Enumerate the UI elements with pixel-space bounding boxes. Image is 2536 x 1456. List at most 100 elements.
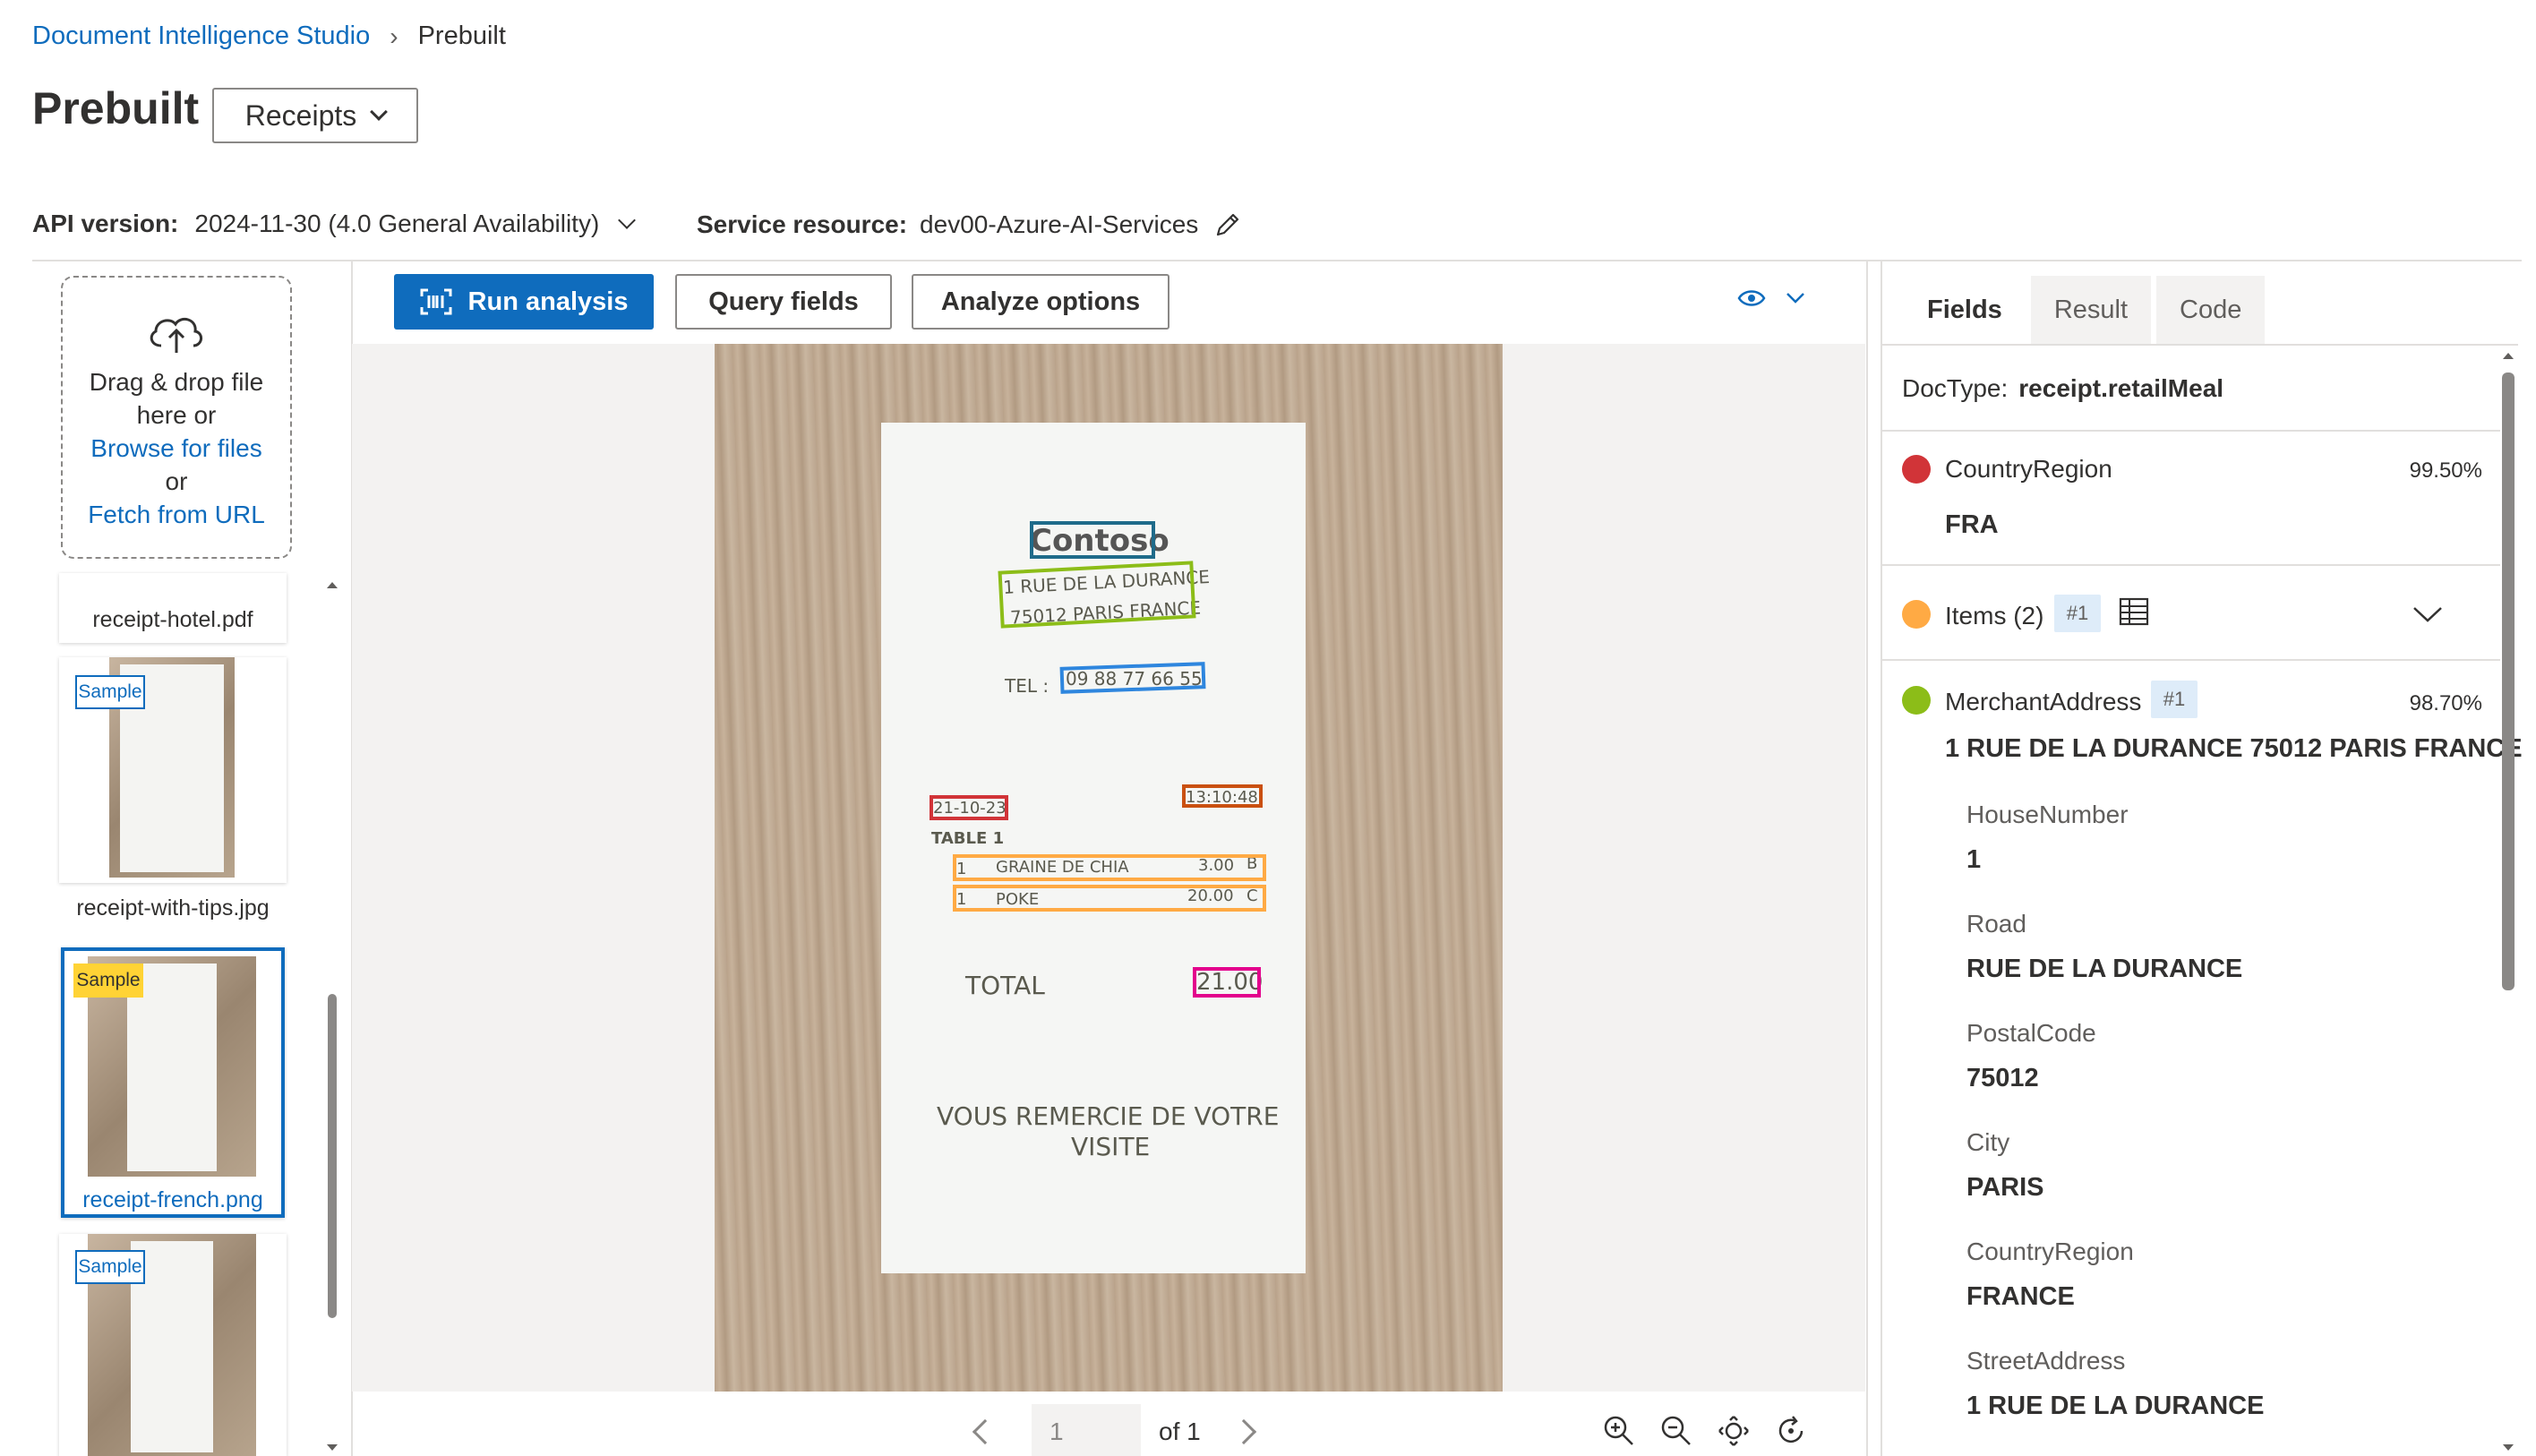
breadcrumb-studio-link[interactable]: Document Intelligence Studio bbox=[32, 21, 370, 51]
field-color-dot bbox=[1902, 686, 1931, 715]
subfield-value: FRANCE bbox=[1966, 1282, 2075, 1311]
sample-badge: Sample bbox=[75, 1250, 145, 1284]
right-panel-edge bbox=[1881, 261, 1882, 1456]
subfield-name: City bbox=[1966, 1128, 2010, 1156]
scroll-up-icon[interactable] bbox=[2502, 351, 2515, 360]
zoom-toolbar bbox=[1603, 1415, 1807, 1447]
date-highlight[interactable] bbox=[930, 795, 1008, 820]
api-version-label: API version: bbox=[32, 210, 179, 237]
file-card-sample[interactable]: Sample bbox=[59, 1234, 287, 1456]
next-page-icon[interactable] bbox=[1230, 1418, 1256, 1445]
previous-page-icon[interactable] bbox=[972, 1418, 998, 1445]
fields-scroll-thumb[interactable] bbox=[2502, 373, 2515, 990]
page-count: of 1 bbox=[1159, 1417, 1201, 1445]
edit-pencil-icon[interactable] bbox=[1212, 210, 1243, 240]
field-value: FRA bbox=[1945, 510, 1999, 539]
cloud-upload-icon bbox=[150, 317, 202, 353]
file-dropzone[interactable]: Drag & drop file here or Browse for file… bbox=[61, 276, 292, 559]
subfield-name: HouseNumber bbox=[1966, 801, 2129, 828]
analyze-options-button[interactable]: Analyze options bbox=[912, 274, 1169, 330]
dropzone-or: or bbox=[165, 467, 188, 495]
field-color-dot bbox=[1902, 455, 1931, 484]
zoom-out-icon[interactable] bbox=[1660, 1415, 1692, 1447]
zoom-in-icon[interactable] bbox=[1603, 1415, 1635, 1447]
page-navigator: 1 of 1 bbox=[972, 1404, 1256, 1456]
tab-result[interactable]: Result bbox=[2030, 276, 2152, 344]
subfield-value: 1 RUE DE LA DURANCE bbox=[1966, 1392, 2265, 1420]
field-value: 1 RUE DE LA DURANCE 75012 PARIS FRANCE bbox=[1945, 734, 2523, 763]
tab-code[interactable]: Code bbox=[2156, 276, 2266, 344]
subfield-value: RUE DE LA DURANCE bbox=[1966, 955, 2243, 983]
total-highlight[interactable] bbox=[1193, 967, 1261, 998]
page-title: Prebuilt bbox=[32, 83, 200, 133]
file-card-receipt-with-tips[interactable]: Sample receipt-with-tips.jpg bbox=[59, 657, 287, 921]
query-fields-button[interactable]: Query fields bbox=[675, 274, 892, 330]
file-name: receipt-with-tips.jpg bbox=[76, 895, 270, 921]
file-name: receipt-hotel.pdf bbox=[92, 607, 253, 632]
page-number-input[interactable]: 1 bbox=[1032, 1404, 1141, 1456]
field-color-dot bbox=[1902, 600, 1931, 629]
rotate-icon[interactable] bbox=[1775, 1415, 1807, 1447]
api-version-value: 2024-11-30 (4.0 General Availability) bbox=[194, 210, 600, 237]
visibility-toggle[interactable] bbox=[1737, 288, 1805, 308]
sample-badge: Sample bbox=[75, 675, 145, 709]
subfield-value: PARIS bbox=[1966, 1173, 2044, 1202]
address-highlight[interactable] bbox=[998, 561, 1196, 629]
run-analysis-label: Run analysis bbox=[467, 287, 629, 316]
api-version-selector[interactable]: API version: 2024-11-30 (4.0 General Ava… bbox=[32, 210, 637, 238]
browse-files-link[interactable]: Browse for files bbox=[63, 432, 290, 465]
receipt-table: TABLE 1 bbox=[931, 829, 1005, 848]
service-resource-value: dev00-Azure-AI-Services bbox=[920, 210, 1199, 238]
receipt-image: Contoso 1 RUE DE LA DURANCE 75012 PARIS … bbox=[715, 344, 1503, 1392]
fit-to-page-icon[interactable] bbox=[1718, 1415, 1750, 1447]
subfield-value: 75012 bbox=[1966, 1064, 2039, 1092]
phone-highlight[interactable] bbox=[1059, 662, 1206, 694]
file-card-receipt-hotel[interactable]: receipt-hotel.pdf bbox=[59, 573, 287, 643]
scroll-up-icon[interactable] bbox=[326, 580, 338, 589]
field-name-country-region[interactable]: CountryRegion bbox=[1945, 455, 2112, 484]
tabs-divider bbox=[1882, 344, 2518, 346]
scroll-down-icon[interactable] bbox=[326, 1443, 338, 1452]
item-highlight[interactable] bbox=[953, 885, 1266, 912]
receipt-footer-2: VISITE bbox=[1071, 1132, 1151, 1161]
subfield-name: StreetAddress bbox=[1966, 1347, 2126, 1375]
scroll-down-icon[interactable] bbox=[2502, 1443, 2515, 1452]
tab-fields[interactable]: Fields bbox=[1904, 276, 2026, 344]
chevron-down-icon bbox=[370, 103, 389, 121]
subfield-name: CountryRegion bbox=[1966, 1238, 2134, 1265]
run-analysis-button[interactable]: Run analysis bbox=[394, 274, 654, 330]
receipt-tel-label: TEL : bbox=[1005, 675, 1050, 697]
header-divider bbox=[32, 260, 2522, 261]
dropzone-text-2: here or bbox=[136, 401, 217, 429]
field-name-items[interactable]: Items (2) bbox=[1945, 602, 2043, 630]
breadcrumb: Document Intelligence Studio › Prebuilt bbox=[32, 21, 506, 51]
table-icon[interactable] bbox=[2119, 596, 2149, 627]
doctype-value: receipt.retailMeal bbox=[2018, 374, 2224, 402]
service-resource-label: Service resource: bbox=[697, 210, 908, 238]
breadcrumb-current: Prebuilt bbox=[417, 21, 506, 50]
merchant-highlight[interactable] bbox=[1030, 521, 1155, 559]
field-divider bbox=[1882, 659, 2500, 661]
chevron-down-icon bbox=[1786, 293, 1804, 304]
doctype: DocType: receipt.retailMeal bbox=[1902, 374, 2223, 403]
chevron-down-icon[interactable] bbox=[2412, 605, 2443, 623]
service-resource: Service resource: dev00-Azure-AI-Service… bbox=[697, 210, 1243, 240]
doctype-label: DocType: bbox=[1902, 374, 2009, 402]
model-type-dropdown[interactable]: Receipts bbox=[212, 88, 418, 143]
scan-icon bbox=[420, 288, 452, 315]
field-confidence: 99.50% bbox=[2409, 458, 2482, 483]
subfield-value: 1 bbox=[1966, 845, 1982, 874]
field-divider bbox=[1882, 564, 2500, 566]
time-highlight[interactable] bbox=[1182, 784, 1263, 808]
file-list-scroll-thumb[interactable] bbox=[328, 994, 337, 1318]
field-confidence: 98.70% bbox=[2409, 691, 2482, 715]
fetch-from-url-link[interactable]: Fetch from URL bbox=[63, 498, 290, 531]
file-card-receipt-french[interactable]: Sample receipt-french.png bbox=[61, 947, 285, 1218]
dropzone-text: Drag & drop file bbox=[89, 368, 264, 396]
item-highlight[interactable] bbox=[953, 854, 1266, 881]
receipt-footer-1: VOUS REMERCIE DE VOTRE bbox=[937, 1101, 1280, 1131]
field-name-merchant-address[interactable]: MerchantAddress bbox=[1945, 688, 2141, 716]
chevron-right-icon: › bbox=[390, 21, 398, 50]
receipt-total-label: TOTAL bbox=[965, 971, 1045, 1000]
eye-icon bbox=[1737, 290, 1766, 306]
